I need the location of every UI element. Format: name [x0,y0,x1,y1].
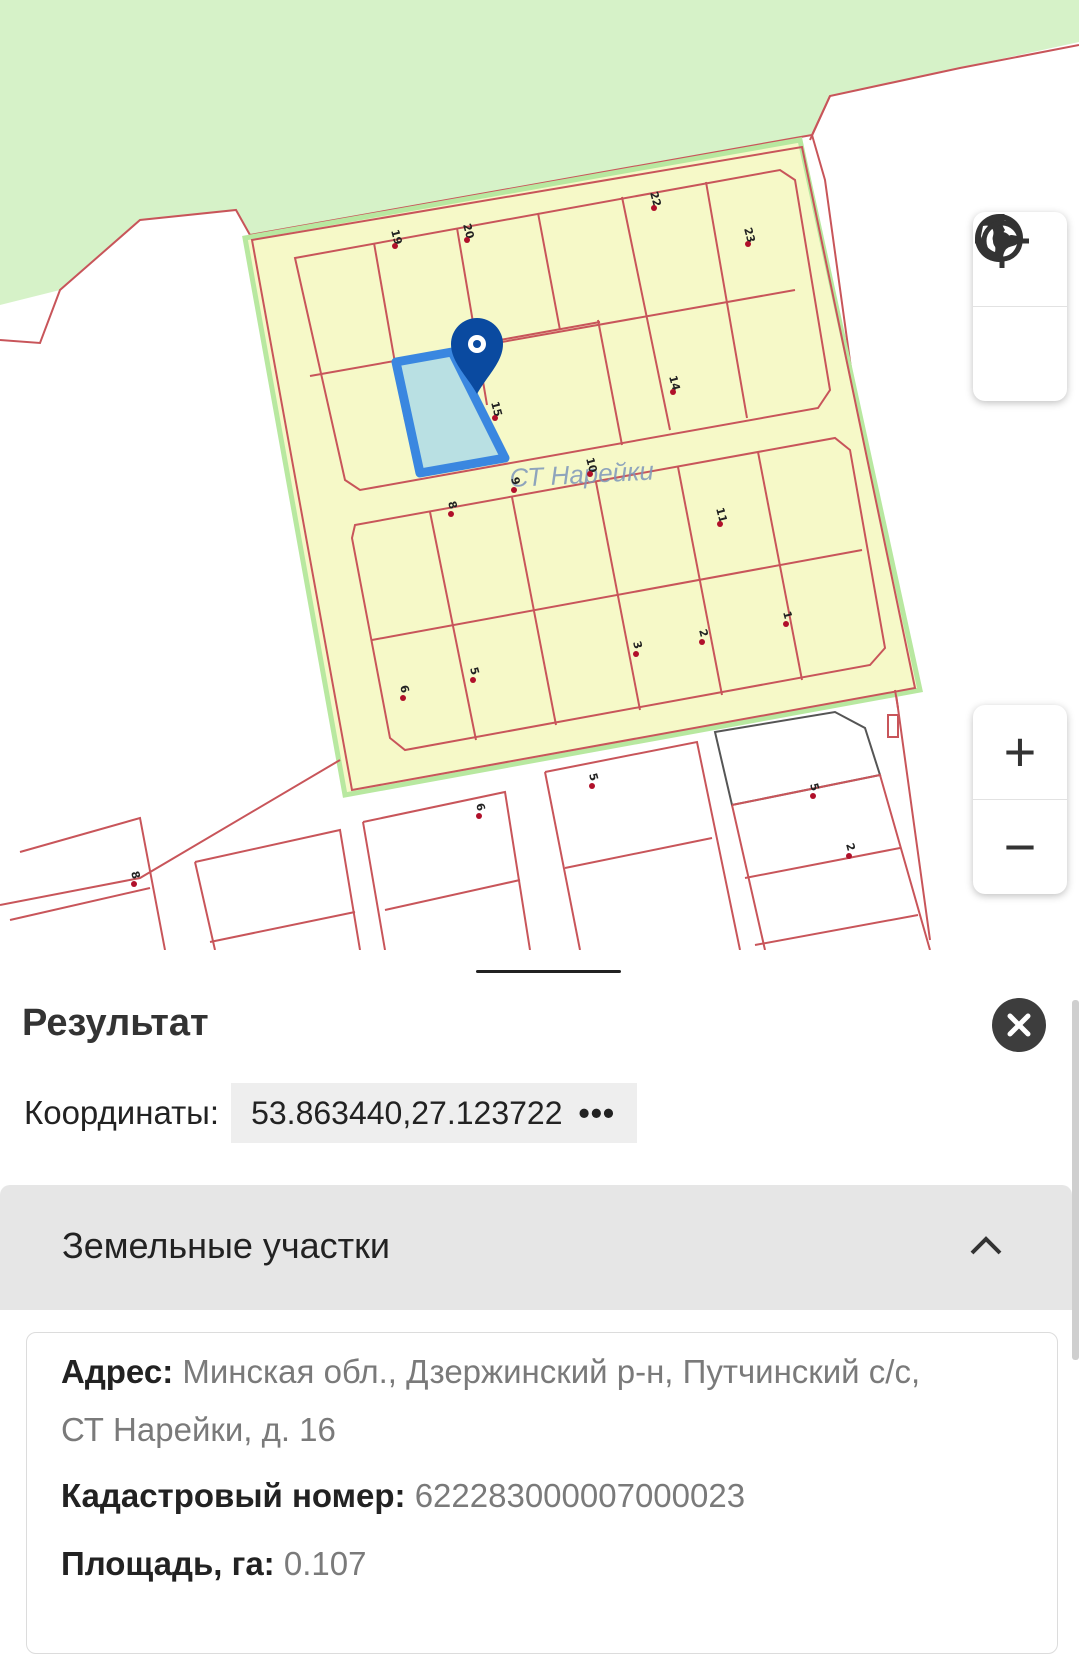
more-icon[interactable]: ••• [579,1095,616,1132]
area-field: Площадь, га: 0.107 [61,1535,366,1593]
land-plots-section-header[interactable]: Земельные участки [0,1185,1072,1310]
plot-point [783,621,789,627]
close-icon [1007,1013,1031,1037]
plot-point [470,677,476,683]
zoom-out-button[interactable]: − [973,799,1067,894]
cadastral-label: Кадастровый номер: [61,1477,406,1514]
address-value-2: СТ Нарейки, д. 16 [61,1411,336,1448]
chevron-up-icon[interactable] [968,1227,1004,1263]
plus-icon: + [1003,720,1037,783]
plot-point [511,487,517,493]
plot-point [492,415,498,421]
plot-point [131,881,137,887]
crosshair-icon [975,214,1029,268]
plot-info-card: Адрес: Минская обл., Дзержинский р-н, Пу… [26,1332,1058,1654]
section-title: Земельные участки [62,1225,391,1266]
coordinates-box[interactable]: 53.863440,27.123722 ••• [231,1083,638,1143]
area-label: Площадь, га: [61,1545,275,1582]
close-button[interactable] [992,998,1046,1052]
coordinates-value[interactable]: 53.863440,27.123722 [251,1095,562,1132]
cadastral-map[interactable]: СТ Нарейки 19 20222314151098111235656852 [0,0,1079,950]
scrollbar[interactable] [1072,1000,1079,1360]
plot-point [589,783,595,789]
plot-point [392,243,398,249]
plot-point [448,511,454,517]
zoom-in-button[interactable]: + [973,705,1067,799]
plot-number-label: 5 [807,782,822,793]
plot-number-label: 2 [843,842,858,853]
result-sheet: Результат Координаты: 53.863440,27.12372… [0,950,1079,1654]
plot-point [670,389,676,395]
address-value: Минская обл., Дзержинский р-н, Путчински… [182,1353,921,1390]
drag-handle[interactable] [476,970,621,973]
plot-point [400,695,406,701]
plot-point [745,241,751,247]
coordinates-label: Координаты: [24,1094,220,1131]
plot-point [464,237,470,243]
cadastral-field: Кадастровый номер: 622283000007000023 [61,1467,745,1525]
cadastral-value: 622283000007000023 [414,1477,746,1514]
coordinates-row: Координаты: 53.863440,27.123722 ••• [24,1083,638,1143]
zoom-controls: + − [973,705,1067,894]
area-value: 0.107 [283,1545,367,1582]
plot-point [633,651,639,657]
minus-icon: − [1003,815,1037,878]
result-title: Результат [22,1002,209,1044]
plot-number-label: 6 [473,802,488,813]
address-label: Адрес: [61,1353,174,1390]
address-field: Адрес: Минская обл., Дзержинский р-н, Пу… [61,1343,920,1459]
plot-point [651,205,657,211]
plot-point [587,471,593,477]
plot-point [810,793,816,799]
plot-point [846,853,852,859]
plot-number-label: 5 [586,772,601,783]
plot-point [717,521,723,527]
plot-point [476,813,482,819]
map-view[interactable]: СТ Нарейки 19 20 22 23 14 15 10 9 8 11 1 2 3 5 6 5 6 8 5 2 [0,0,1079,950]
plot-point [699,639,705,645]
locate-button[interactable] [973,214,1067,401]
map-controls-top [973,212,1067,401]
